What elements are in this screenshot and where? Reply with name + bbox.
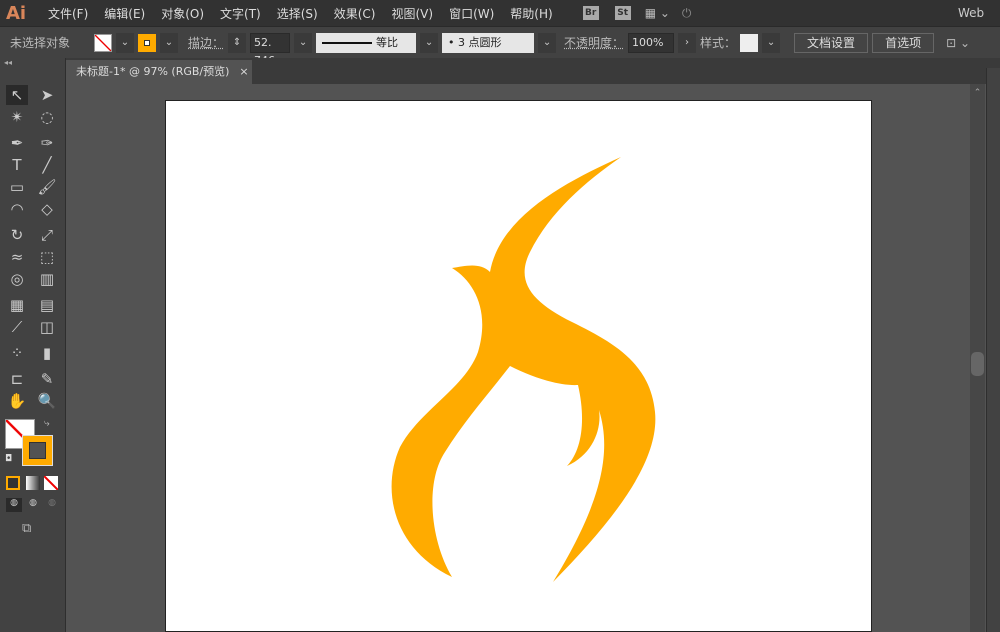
scrollbar-thumb[interactable] (971, 352, 984, 376)
right-panel-dock[interactable] (986, 68, 1000, 632)
scroll-up-icon[interactable]: ⌃ (970, 88, 985, 98)
flame-artwork[interactable] (0, 0, 1000, 632)
flame-shape[interactable] (391, 157, 656, 582)
